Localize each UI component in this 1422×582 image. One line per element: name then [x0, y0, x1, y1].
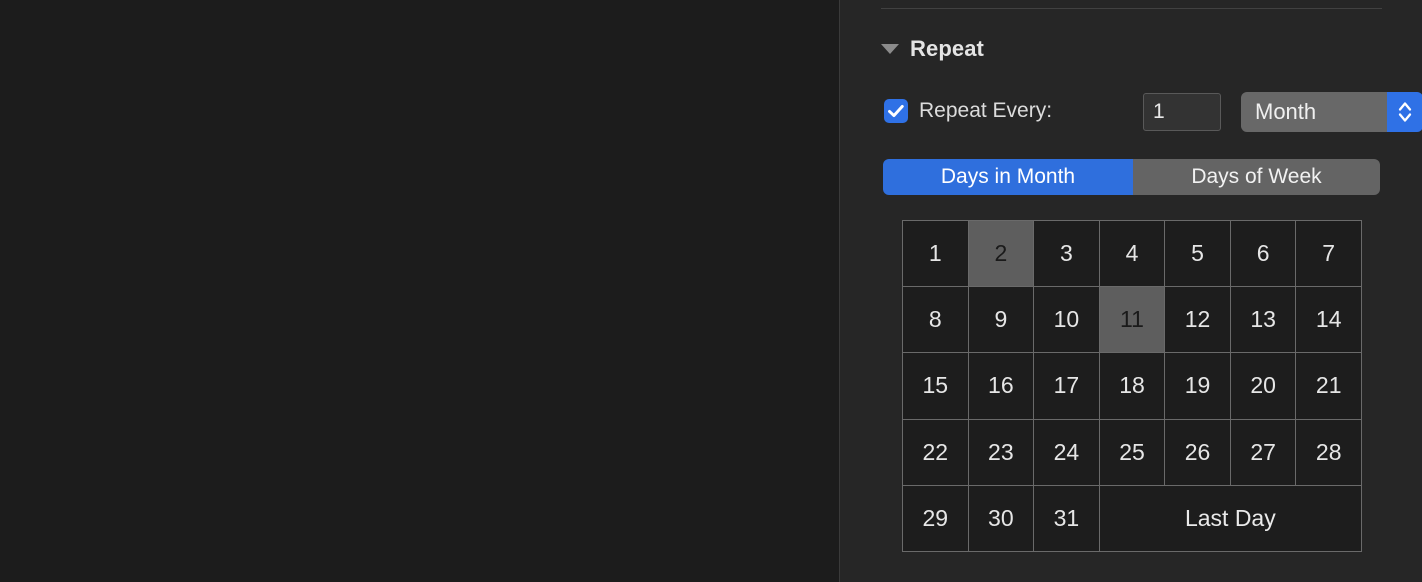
day-cell[interactable]: 17: [1034, 353, 1099, 419]
segment-unselected-1[interactable]: Days of Week: [1133, 159, 1380, 195]
day-cell[interactable]: 12: [1165, 287, 1230, 353]
repeat-every-row: Repeat Every: Month: [881, 90, 1422, 134]
triangle-down-icon[interactable]: [881, 44, 899, 54]
repeat-mode-segmented-control[interactable]: Days in Month Days of Week: [883, 159, 1380, 195]
day-cell[interactable]: 7: [1296, 221, 1361, 287]
segment-selected-0[interactable]: Days in Month: [883, 159, 1133, 195]
day-cell[interactable]: 11: [1099, 287, 1165, 353]
day-cell[interactable]: 15: [903, 353, 968, 419]
section-divider: [881, 8, 1382, 9]
day-cell[interactable]: 8: [903, 287, 968, 353]
repeat-unit-label: Month: [1241, 92, 1387, 132]
day-cell[interactable]: 4: [1099, 221, 1165, 287]
day-cell[interactable]: 27: [1230, 419, 1296, 485]
day-cell[interactable]: 22: [903, 419, 968, 485]
days-in-month-grid[interactable]: 1 2 3 4 5 6 7 8 9 10 11 12 13 14 15 16 17 18 19 20 21 22 23 24 2…: [902, 220, 1362, 552]
page-title: Repeat: [910, 36, 984, 61]
repeat-inspector-panel: Repeat Repeat Every: Month: [840, 0, 1422, 582]
day-cell[interactable]: 10: [1034, 287, 1099, 353]
repeat-every-label: Repeat Every:: [919, 99, 1053, 122]
day-cell[interactable]: 9: [968, 287, 1034, 353]
repeat-every-checkbox[interactable]: [884, 99, 908, 123]
day-cell[interactable]: 30: [968, 485, 1034, 551]
day-cell[interactable]: 25: [1099, 419, 1165, 485]
day-cell-last-day[interactable]: Last Day: [1099, 485, 1361, 551]
day-cell[interactable]: 31: [1034, 485, 1099, 551]
day-cell[interactable]: 18: [1099, 353, 1165, 419]
day-cell[interactable]: 23: [968, 419, 1034, 485]
chevron-up-down-icon: [1398, 102, 1412, 122]
repeat-unit-popup-button[interactable]: Month: [1241, 92, 1422, 132]
day-cell[interactable]: 6: [1230, 221, 1296, 287]
day-cell[interactable]: 14: [1296, 287, 1361, 353]
day-cell[interactable]: 21: [1296, 353, 1361, 419]
day-cell[interactable]: 13: [1230, 287, 1296, 353]
day-cell[interactable]: 24: [1034, 419, 1099, 485]
main-canvas-area: [0, 0, 839, 582]
repeat-interval-input[interactable]: [1143, 93, 1221, 131]
day-cell[interactable]: 29: [903, 485, 968, 551]
day-cell[interactable]: 2: [968, 221, 1034, 287]
day-cell[interactable]: 16: [968, 353, 1034, 419]
checkmark-icon: [888, 104, 904, 118]
day-cell[interactable]: 20: [1230, 353, 1296, 419]
day-cell[interactable]: 19: [1165, 353, 1230, 419]
day-cell[interactable]: 26: [1165, 419, 1230, 485]
day-cell[interactable]: 1: [903, 221, 968, 287]
day-cell[interactable]: 5: [1165, 221, 1230, 287]
repeat-section-header[interactable]: Repeat: [881, 33, 984, 65]
day-cell[interactable]: 3: [1034, 221, 1099, 287]
app-window: Repeat Repeat Every: Month: [0, 0, 1422, 582]
day-cell[interactable]: 28: [1296, 419, 1361, 485]
repeat-unit-stepper[interactable]: [1387, 92, 1422, 132]
